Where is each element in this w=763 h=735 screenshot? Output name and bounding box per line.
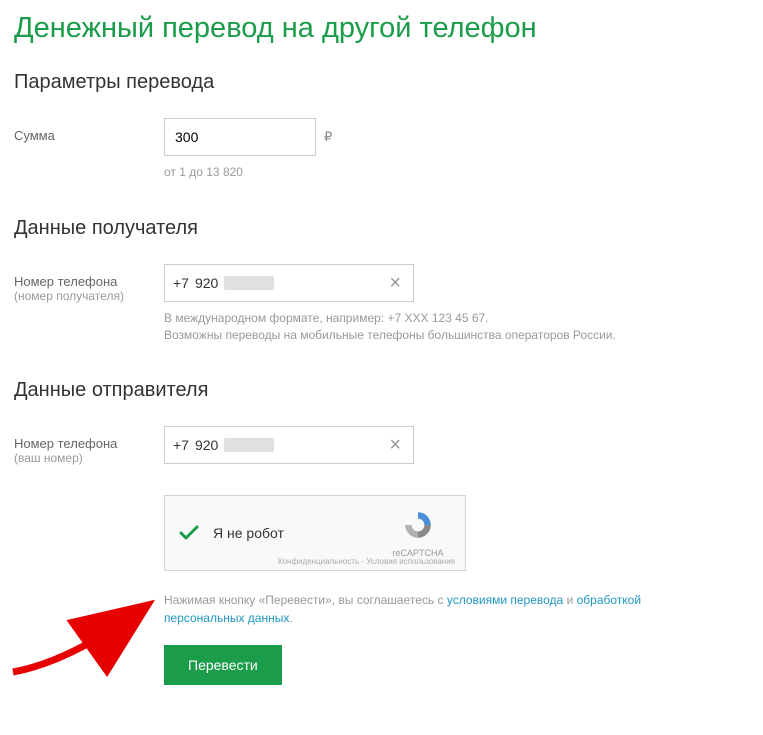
sender-section: Данные отправителя Номер телефона (ваш н… — [14, 379, 749, 465]
checkmark-icon — [177, 521, 201, 545]
recaptcha-widget[interactable]: Я не робот reCAPTCHA Конфиденциальность … — [164, 495, 466, 571]
transfer-params-section: Параметры перевода Сумма ₽ от 1 до 13 82… — [14, 71, 749, 181]
clear-icon[interactable]: × — [385, 269, 405, 297]
phone-masked — [224, 438, 274, 452]
sender-phone-input[interactable]: +7 920 × — [164, 426, 414, 464]
phone-code: 920 — [195, 275, 218, 291]
terms-link[interactable]: условиями перевода — [447, 593, 563, 607]
section-heading-sender: Данные отправителя — [14, 379, 749, 402]
section-heading-recipient: Данные получателя — [14, 217, 749, 240]
arrow-annotation-icon — [8, 577, 158, 677]
recipient-help-1: В международном формате, например: +7 XX… — [164, 310, 749, 327]
clear-icon[interactable]: × — [385, 431, 405, 459]
phone-prefix: +7 — [173, 437, 189, 453]
amount-range-help: от 1 до 13 820 — [164, 164, 749, 181]
phone-code: 920 — [195, 437, 218, 453]
page-title: Денежный перевод на другой телефон — [14, 12, 749, 45]
recipient-section: Данные получателя Номер телефона (номер … — [14, 217, 749, 344]
recaptcha-brand: reCAPTCHA — [383, 548, 453, 558]
sender-phone-label: Номер телефона — [14, 436, 164, 451]
recaptcha-label: Я не робот — [213, 525, 383, 541]
sender-phone-sublabel: (ваш номер) — [14, 451, 164, 465]
recipient-help-2: Возможны переводы на мобильные телефоны … — [164, 327, 749, 344]
recipient-phone-sublabel: (номер получателя) — [14, 289, 164, 303]
amount-input[interactable] — [164, 118, 316, 156]
section-heading-params: Параметры перевода — [14, 71, 749, 94]
phone-prefix: +7 — [173, 275, 189, 291]
recaptcha-terms: Конфиденциальность - Условия использован… — [278, 557, 455, 566]
recipient-phone-label: Номер телефона — [14, 274, 164, 289]
currency-symbol: ₽ — [324, 129, 332, 145]
recipient-phone-input[interactable]: +7 920 × — [164, 264, 414, 302]
recaptcha-logo: reCAPTCHA — [383, 509, 453, 558]
amount-label: Сумма — [14, 118, 164, 143]
phone-masked — [224, 276, 274, 290]
submit-button[interactable]: Перевести — [164, 645, 282, 685]
consent-text: Нажимая кнопку «Перевести», вы соглашает… — [164, 591, 664, 627]
